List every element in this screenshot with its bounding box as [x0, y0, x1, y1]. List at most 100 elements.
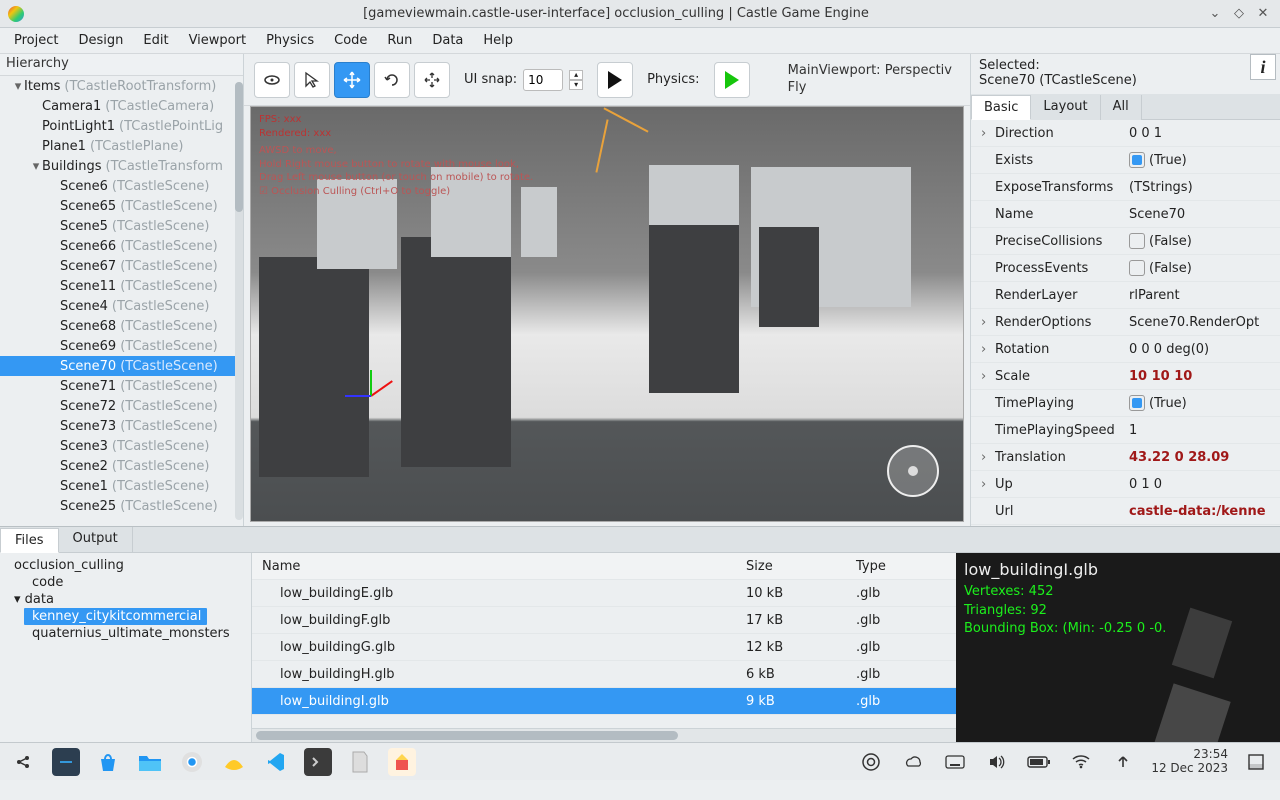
property-row[interactable]: Urlcastle-data:/kenne	[971, 498, 1280, 525]
taskbar-clock[interactable]: 23:5412 Dec 2023	[1151, 748, 1228, 774]
file-table-hscroll[interactable]	[252, 728, 956, 742]
property-row[interactable]: Exists(True)	[971, 147, 1280, 174]
move-tool-button[interactable]	[334, 62, 370, 98]
dir-item[interactable]: occlusion_culling	[6, 557, 249, 574]
property-row[interactable]: ›Translation43.22 0 28.09	[971, 444, 1280, 471]
hierarchy-item[interactable]: Scene2(TCastleScene)	[0, 456, 243, 476]
taskbar-app-cge[interactable]	[388, 748, 416, 776]
property-row[interactable]: TimePlaying(True)	[971, 390, 1280, 417]
hierarchy-item[interactable]: Scene66(TCastleScene)	[0, 236, 243, 256]
inspector-tab-layout[interactable]: Layout	[1031, 95, 1100, 120]
menu-design[interactable]: Design	[68, 30, 133, 51]
hierarchy-item[interactable]: Scene69(TCastleScene)	[0, 336, 243, 356]
hierarchy-item[interactable]: ▾Items(TCastleRootTransform)	[0, 76, 243, 96]
taskbar-app-lazarus[interactable]	[220, 748, 248, 776]
view-cube-icon[interactable]	[887, 445, 939, 497]
bottom-tab-files[interactable]: Files	[0, 528, 59, 553]
scale-tool-button[interactable]	[414, 62, 450, 98]
inspector-tab-basic[interactable]: Basic	[971, 95, 1031, 120]
hierarchy-item[interactable]: Scene5(TCastleScene)	[0, 216, 243, 236]
taskbar-app-terminal[interactable]	[52, 748, 80, 776]
taskbar-app-konsole[interactable]	[304, 748, 332, 776]
file-row[interactable]: low_buildingF.glb17 kB.glb	[252, 607, 956, 634]
hierarchy-item[interactable]: Scene4(TCastleScene)	[0, 296, 243, 316]
property-row[interactable]: NameScene70	[971, 201, 1280, 228]
viewport-3d[interactable]: FPS: xxx Rendered: xxx AWSD to move, Hol…	[250, 106, 964, 522]
dir-item[interactable]: quaternius_ultimate_monsters	[24, 625, 249, 642]
tray-desktop-button[interactable]	[1242, 748, 1270, 776]
hierarchy-item[interactable]: Scene6(TCastleScene)	[0, 176, 243, 196]
tray-wifi-icon[interactable]	[1067, 748, 1095, 776]
hierarchy-item[interactable]: Plane1(TCastlePlane)	[0, 136, 243, 156]
maximize-button[interactable]: ◇	[1230, 5, 1248, 23]
file-row[interactable]: low_buildingG.glb12 kB.glb	[252, 634, 956, 661]
hierarchy-tree[interactable]: ▾Items(TCastleRootTransform)Camera1(TCas…	[0, 76, 243, 526]
property-row[interactable]: TimePlayingSpeed1	[971, 417, 1280, 444]
hierarchy-item[interactable]: Scene72(TCastleScene)	[0, 396, 243, 416]
property-row[interactable]: ›Rotation0 0 0 deg(0)	[971, 336, 1280, 363]
rotate-tool-button[interactable]	[374, 62, 410, 98]
taskbar-app-texteditor[interactable]	[346, 748, 374, 776]
dir-item[interactable]: kenney_citykitcommercial	[24, 608, 207, 625]
inspector-tab-all[interactable]: All	[1101, 95, 1142, 120]
hierarchy-item[interactable]: Scene68(TCastleScene)	[0, 316, 243, 336]
snap-up-button[interactable]: ▴	[569, 70, 583, 80]
menu-project[interactable]: Project	[4, 30, 68, 51]
bottom-tab-output[interactable]: Output	[59, 527, 133, 552]
info-button[interactable]: i	[1250, 54, 1276, 80]
property-row[interactable]: ›Up0 1 0	[971, 471, 1280, 498]
interact-tool-button[interactable]	[254, 62, 290, 98]
menu-code[interactable]: Code	[324, 30, 377, 51]
menu-physics[interactable]: Physics	[256, 30, 324, 51]
close-button[interactable]: ✕	[1254, 5, 1272, 23]
menu-viewport[interactable]: Viewport	[179, 30, 257, 51]
tray-update-icon[interactable]	[857, 748, 885, 776]
checkbox-icon[interactable]	[1129, 260, 1145, 276]
dir-item[interactable]: ▾ data	[6, 591, 249, 608]
property-grid[interactable]: ›Direction0 0 1Exists(True)ExposeTransfo…	[971, 120, 1280, 526]
hierarchy-item[interactable]: Scene1(TCastleScene)	[0, 476, 243, 496]
tray-arrow-up-icon[interactable]	[1109, 748, 1137, 776]
property-row[interactable]: ›RenderOptionsScene70.RenderOpt	[971, 309, 1280, 336]
start-button[interactable]	[10, 748, 38, 776]
hierarchy-item[interactable]: Scene65(TCastleScene)	[0, 196, 243, 216]
menu-help[interactable]: Help	[473, 30, 523, 51]
taskbar-app-vscode[interactable]	[262, 748, 290, 776]
hierarchy-item[interactable]: ▾Buildings(TCastleTransform	[0, 156, 243, 176]
tray-cloud-icon[interactable]	[899, 748, 927, 776]
tray-keyboard-icon[interactable]	[941, 748, 969, 776]
file-row[interactable]: low_buildingH.glb6 kB.glb	[252, 661, 956, 688]
menu-data[interactable]: Data	[422, 30, 473, 51]
taskbar-app-chrome[interactable]	[178, 748, 206, 776]
taskbar-app-files[interactable]	[136, 748, 164, 776]
property-row[interactable]: ›Direction0 0 1	[971, 120, 1280, 147]
dir-item[interactable]: code	[24, 574, 249, 591]
tray-battery-icon[interactable]	[1025, 748, 1053, 776]
directory-tree[interactable]: occlusion_cullingcode▾ datakenney_cityki…	[0, 553, 252, 742]
hierarchy-item[interactable]: Scene73(TCastleScene)	[0, 416, 243, 436]
file-row[interactable]: low_buildingE.glb10 kB.glb	[252, 580, 956, 607]
hierarchy-item[interactable]: Scene71(TCastleScene)	[0, 376, 243, 396]
physics-play-button[interactable]	[714, 62, 750, 98]
hierarchy-item[interactable]: PointLight1(TCastlePointLig	[0, 116, 243, 136]
menu-run[interactable]: Run	[377, 30, 422, 51]
hierarchy-item[interactable]: Camera1(TCastleCamera)	[0, 96, 243, 116]
select-tool-button[interactable]	[294, 62, 330, 98]
hierarchy-item[interactable]: Scene70(TCastleScene)	[0, 356, 243, 376]
minimize-button[interactable]: ⌄	[1206, 5, 1224, 23]
hierarchy-item[interactable]: Scene67(TCastleScene)	[0, 256, 243, 276]
property-row[interactable]: RenderLayerrlParent	[971, 282, 1280, 309]
transform-gizmo[interactable]	[347, 371, 397, 421]
menu-edit[interactable]: Edit	[133, 30, 178, 51]
ui-snap-input[interactable]	[523, 69, 563, 91]
property-row[interactable]: ProcessEvents(False)	[971, 255, 1280, 282]
file-row[interactable]: low_buildingI.glb9 kB.glb	[252, 688, 956, 715]
hierarchy-item[interactable]: Scene25(TCastleScene)	[0, 496, 243, 516]
checkbox-icon[interactable]	[1129, 395, 1145, 411]
checkbox-icon[interactable]	[1129, 152, 1145, 168]
checkbox-icon[interactable]	[1129, 233, 1145, 249]
hierarchy-item[interactable]: Scene3(TCastleScene)	[0, 436, 243, 456]
hierarchy-item[interactable]: Scene11(TCastleScene)	[0, 276, 243, 296]
hierarchy-scrollbar[interactable]	[235, 82, 243, 520]
taskbar-app-store[interactable]	[94, 748, 122, 776]
